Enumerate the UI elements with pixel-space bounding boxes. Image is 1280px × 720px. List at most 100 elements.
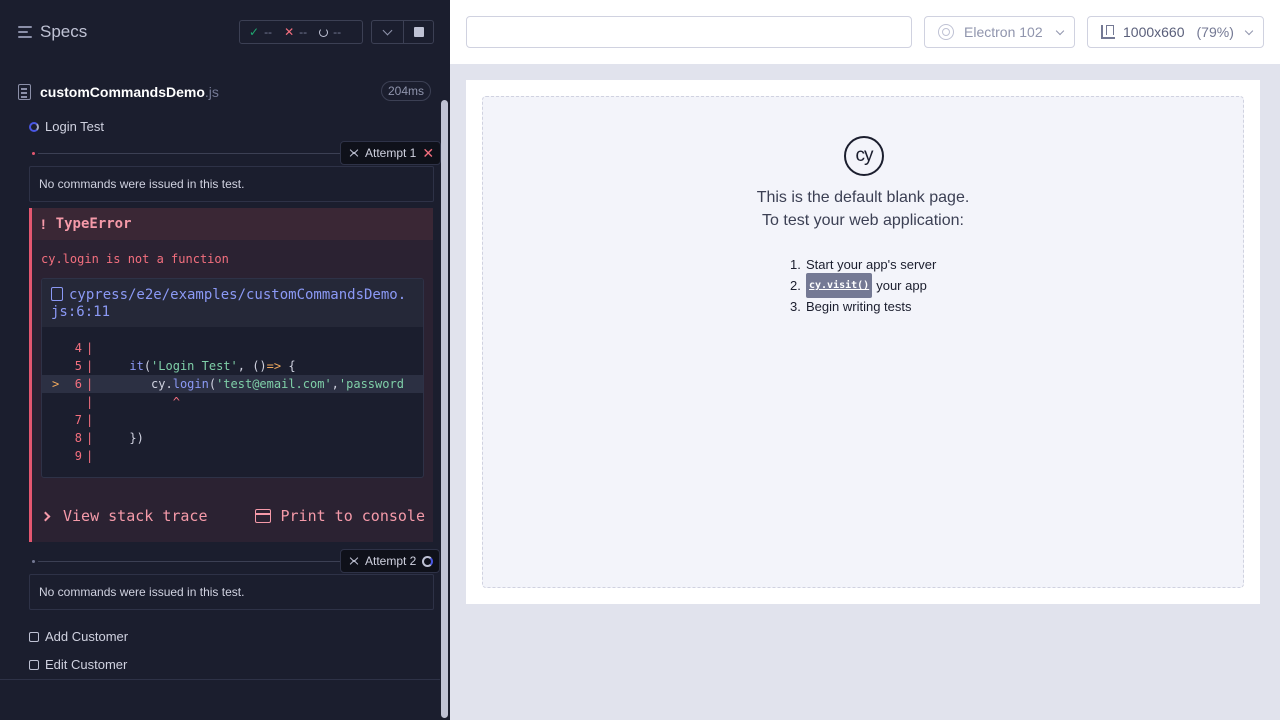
spec-extension: .js bbox=[204, 84, 219, 100]
blank-page-line1: This is the default blank page. bbox=[756, 189, 970, 206]
step-number: 1. bbox=[790, 257, 801, 272]
pending-square-icon bbox=[29, 631, 39, 642]
print-to-console-button[interactable]: Print to console bbox=[254, 507, 426, 525]
step-text: Begin writing tests bbox=[806, 299, 912, 314]
code-text: }) bbox=[129, 431, 144, 445]
line-number: 4 bbox=[74, 341, 82, 355]
file-path-line1: cypress/e2e/examples/customCommandsDemo. bbox=[69, 287, 407, 303]
console-icon bbox=[254, 509, 271, 523]
stop-button[interactable] bbox=[403, 20, 434, 44]
viewport-button[interactable]: 1000x660 (79%) bbox=[1087, 16, 1264, 48]
divider bbox=[0, 679, 440, 680]
spec-duration-badge: 204ms bbox=[381, 81, 432, 101]
browser-label: Electron 102 bbox=[964, 24, 1043, 40]
view-stack-trace-label: View stack trace bbox=[63, 507, 208, 525]
running-spinner-icon bbox=[29, 121, 39, 132]
reporter-panel: Specs ✓ -- ✕ -- -- customCommandsDemo.js… bbox=[0, 0, 450, 720]
file-path-line2: js:6:11 bbox=[51, 304, 111, 320]
print-to-console-label: Print to console bbox=[280, 507, 426, 525]
view-stack-trace-button[interactable]: View stack trace bbox=[40, 507, 208, 525]
specs-toggle[interactable]: Specs bbox=[18, 22, 87, 42]
attempt-label: Attempt 2 bbox=[365, 554, 417, 568]
failed-stat: ✕ -- bbox=[284, 25, 307, 39]
aut-iframe: cy This is the default blank page. To te… bbox=[466, 80, 1260, 604]
pending-stat: -- bbox=[319, 25, 341, 39]
code-line: 9 | bbox=[42, 447, 423, 465]
specs-title: Specs bbox=[40, 22, 88, 41]
attempt-dot bbox=[32, 152, 35, 155]
blank-page-line2: To test your web application: bbox=[762, 212, 964, 229]
step-item: 3. Begin writing tests bbox=[790, 296, 936, 317]
code-line: 8 | }) bbox=[42, 429, 423, 447]
attempt-dot bbox=[32, 560, 35, 563]
failed-x-icon: ✕ bbox=[422, 144, 435, 161]
error-header: ! TypeError bbox=[32, 208, 433, 240]
code-line: 4 | bbox=[42, 339, 423, 357]
cy-visit-link[interactable]: cy.visit() bbox=[806, 273, 873, 298]
collapse-icon bbox=[349, 147, 359, 159]
ruler-icon bbox=[1101, 25, 1115, 39]
spec-file-row[interactable]: customCommandsDemo.js 204ms bbox=[0, 76, 440, 108]
test-stats: ✓ -- ✕ -- -- bbox=[239, 20, 363, 44]
test-title: Add Customer bbox=[45, 629, 129, 644]
chevron-right-icon bbox=[40, 511, 51, 521]
reporter-header: Specs ✓ -- ✕ -- -- bbox=[0, 0, 450, 64]
test-title: Edit Customer bbox=[45, 657, 128, 672]
cypress-logo: cy bbox=[844, 136, 884, 176]
reporter-scrollbar[interactable] bbox=[441, 100, 448, 718]
auto-scroll-dropdown-button[interactable] bbox=[371, 20, 404, 44]
attempt-2-tag[interactable]: Attempt 2 bbox=[340, 549, 441, 573]
collapse-icon bbox=[349, 555, 359, 567]
url-input[interactable] bbox=[466, 16, 912, 48]
code-frame: cypress/e2e/examples/customCommandsDemo.… bbox=[41, 278, 424, 478]
line-number: 5 bbox=[74, 359, 82, 373]
code-frame-file-link[interactable]: cypress/e2e/examples/customCommandsDemo.… bbox=[42, 279, 423, 327]
step-item: 1. Start your app's server bbox=[790, 254, 936, 275]
code-line: 5 | it('Login Test', ()=> { bbox=[42, 357, 423, 375]
test-login[interactable]: Login Test bbox=[29, 119, 104, 134]
stop-icon bbox=[413, 27, 424, 37]
code-lines: 4 | 5 | it('Login Test', ()=> { >6 | cy.log… bbox=[42, 327, 423, 465]
error-name: TypeError bbox=[55, 216, 132, 232]
pending-circle-icon bbox=[319, 27, 329, 37]
error-actions: View stack trace Print to console bbox=[32, 504, 433, 528]
getting-started-steps: 1. Start your app's server 2. cy.visit()… bbox=[790, 254, 936, 317]
pending-count: -- bbox=[333, 25, 342, 39]
test-edit-customer[interactable]: Edit Customer bbox=[29, 657, 127, 672]
pending-square-icon bbox=[29, 659, 39, 670]
spec-file-name: customCommandsDemo.js bbox=[40, 84, 219, 100]
chevron-down-icon bbox=[382, 25, 393, 35]
line-number: 9 bbox=[74, 449, 82, 463]
viewport-size: 1000x660 bbox=[1123, 24, 1185, 40]
test-add-customer[interactable]: Add Customer bbox=[29, 629, 128, 644]
browser-select-button[interactable]: Electron 102 bbox=[924, 16, 1075, 48]
check-icon: ✓ bbox=[249, 25, 260, 39]
code-line-highlighted: >6 | cy.login('test@email.com','password bbox=[42, 375, 423, 393]
line-number: 6 bbox=[74, 377, 82, 391]
step-number: 3. bbox=[790, 299, 801, 314]
line-number: 8 bbox=[74, 431, 82, 445]
code-line: | ^ bbox=[86, 395, 180, 409]
viewport-scale: (79%) bbox=[1196, 24, 1234, 40]
passed-count: -- bbox=[264, 25, 273, 39]
exclamation-icon: ! bbox=[41, 216, 46, 232]
error-message: cy.login is not a function bbox=[41, 252, 229, 266]
no-commands-message: No commands were issued in this test. bbox=[29, 166, 434, 202]
specs-list-icon bbox=[18, 26, 32, 38]
failed-count: -- bbox=[299, 25, 308, 39]
caret: ^ bbox=[172, 395, 180, 409]
x-icon: ✕ bbox=[284, 25, 295, 39]
step-text: Start your app's server bbox=[806, 257, 937, 272]
passed-stat: ✓ -- bbox=[249, 25, 272, 39]
highlight-marker: > bbox=[52, 377, 60, 391]
step-item: 2. cy.visit() your app bbox=[790, 273, 936, 298]
attempt-1-tag[interactable]: Attempt 1 ✕ bbox=[340, 141, 442, 165]
default-blank-page: cy This is the default blank page. To te… bbox=[482, 96, 1244, 588]
aut-toolbar: Electron 102 1000x660 (79%) bbox=[450, 0, 1280, 64]
test-title: Login Test bbox=[45, 119, 105, 134]
step-number: 2. bbox=[790, 278, 801, 293]
chevron-down-icon bbox=[1055, 26, 1064, 35]
electron-icon bbox=[938, 24, 954, 40]
no-commands-message: No commands were issued in this test. bbox=[29, 574, 434, 610]
running-circle-icon bbox=[422, 555, 434, 567]
